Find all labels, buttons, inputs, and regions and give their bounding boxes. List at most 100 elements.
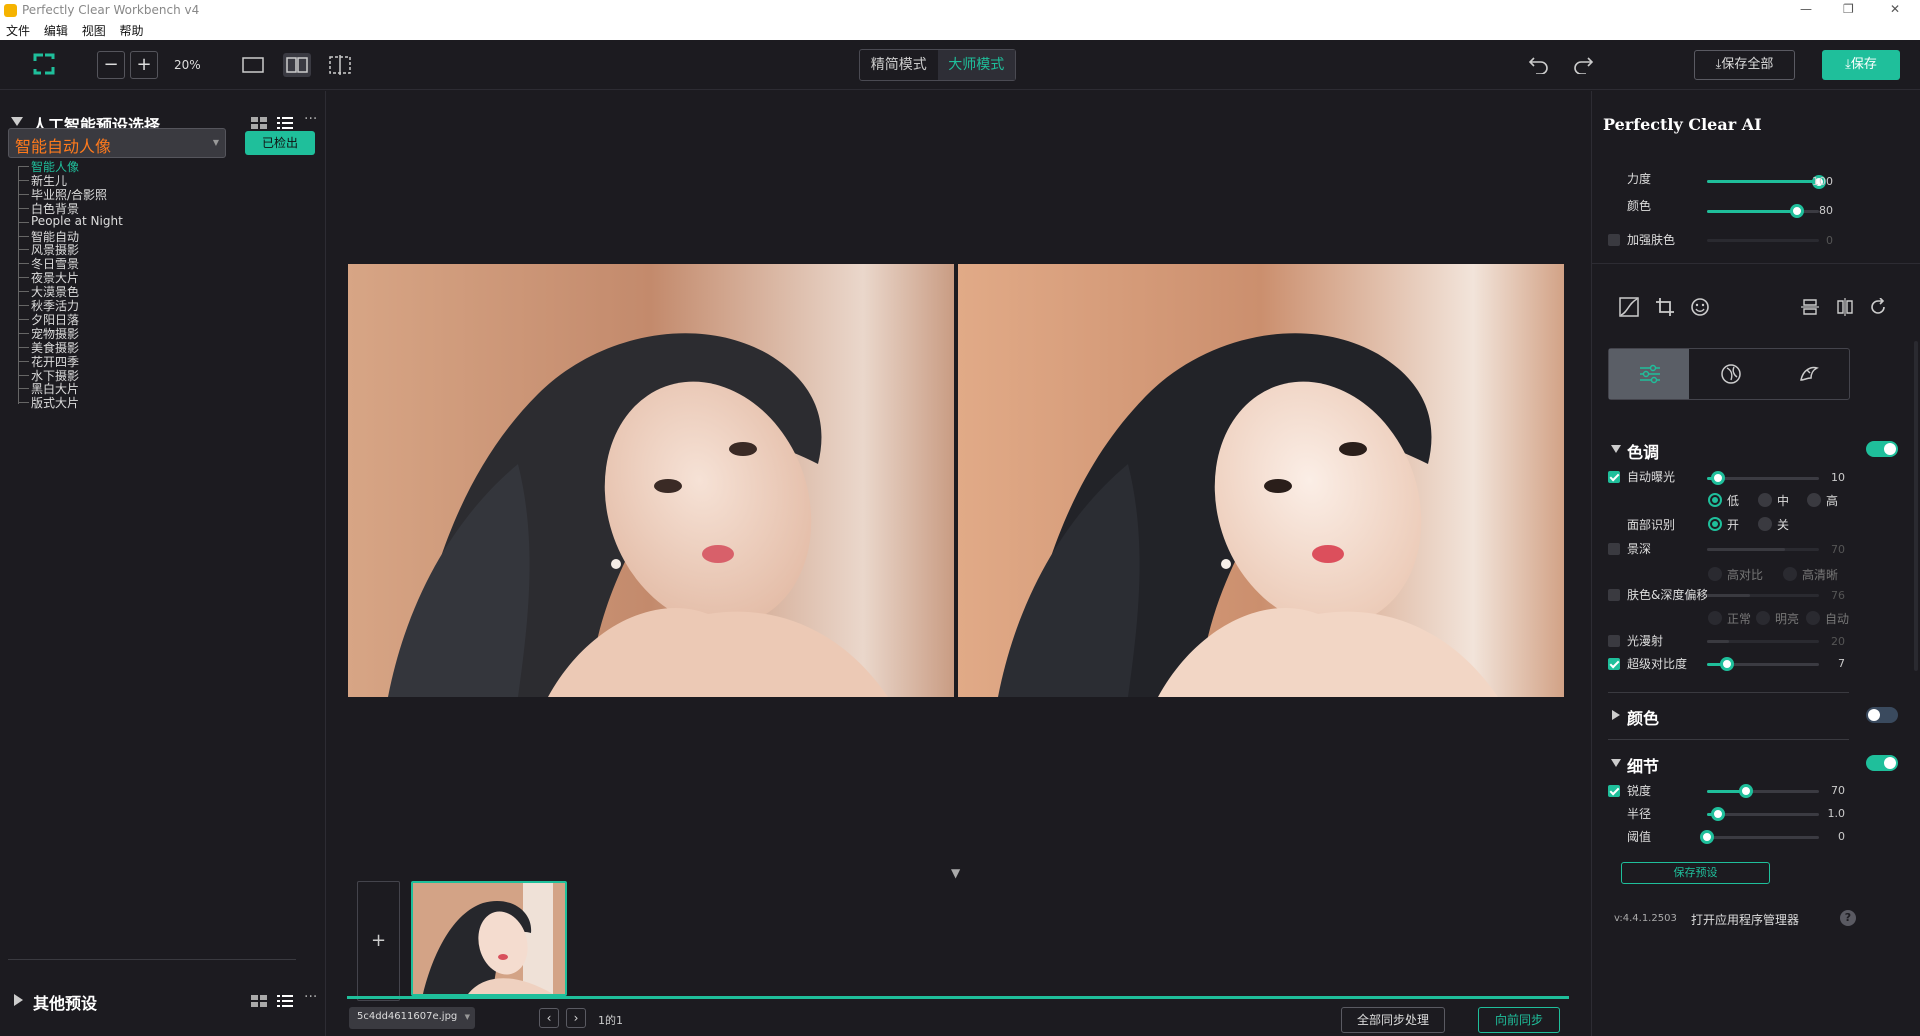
filmstrip-progress (347, 996, 1569, 999)
skin-bright-radio[interactable] (1756, 611, 1770, 625)
detected-button[interactable]: 已检出 (245, 131, 315, 155)
collapse-triangle-icon[interactable] (1611, 759, 1621, 767)
threshold-slider-knob[interactable] (1700, 830, 1714, 844)
app-logo-icon (4, 4, 17, 17)
skin-normal-radio[interactable] (1708, 611, 1722, 625)
sync-all-button[interactable]: 全部同步处理 (1341, 1007, 1445, 1033)
menu-help[interactable]: 帮助 (120, 22, 144, 39)
super-contrast-checkbox[interactable] (1608, 658, 1620, 670)
tone-toggle[interactable] (1866, 441, 1898, 457)
save-all-button[interactable]: ⤓保存全部 (1694, 50, 1795, 80)
expand-triangle-icon[interactable] (14, 994, 23, 1006)
list-view-icon[interactable] (277, 995, 293, 1007)
curves-icon[interactable] (1619, 297, 1639, 317)
diffuse-label: 光漫射 (1627, 634, 1664, 648)
mode-master-tab[interactable]: 大师模式 (937, 50, 1015, 80)
tab-adjustments[interactable] (1609, 349, 1689, 399)
crop-icon[interactable] (1655, 297, 1675, 317)
open-app-manager-link[interactable]: 打开应用程序管理器 (1691, 911, 1799, 928)
skin-depth-checkbox[interactable] (1608, 589, 1620, 601)
filmstrip-thumbnail[interactable] (411, 881, 567, 996)
portrait-retouch-icon[interactable] (1719, 362, 1743, 386)
face-detect-on-label: 开 (1727, 518, 1740, 532)
more-options-icon[interactable]: ··· (304, 989, 317, 1005)
diffuse-value: 20 (1831, 635, 1845, 648)
exposure-high-radio[interactable] (1807, 493, 1821, 507)
color-value: 80 (1819, 204, 1833, 217)
split-view-icon[interactable] (283, 53, 311, 77)
radius-slider-knob[interactable] (1711, 807, 1726, 821)
sharpness-label: 锐度 (1627, 784, 1652, 798)
auto-exposure-checkbox[interactable] (1608, 471, 1620, 483)
color-toggle[interactable] (1866, 707, 1898, 723)
sharpness-checkbox[interactable] (1608, 785, 1620, 797)
preset-item[interactable]: People at Night (31, 214, 123, 228)
list-view-icon[interactable] (277, 117, 293, 129)
collapse-triangle-icon[interactable] (1611, 445, 1621, 453)
flip-vertical-icon[interactable] (1801, 299, 1819, 315)
single-view-icon[interactable] (242, 57, 264, 73)
sharpness-slider-knob[interactable] (1739, 784, 1754, 798)
divider (1592, 263, 1920, 264)
threshold-slider-track[interactable] (1707, 836, 1819, 839)
diffuse-checkbox[interactable] (1608, 635, 1620, 647)
minimize-button[interactable]: — (1800, 2, 1812, 16)
face-icon[interactable] (1690, 297, 1710, 317)
skin-auto-radio[interactable] (1806, 611, 1820, 625)
creative-icon[interactable] (1797, 362, 1821, 386)
face-detect-on-radio[interactable] (1708, 517, 1722, 531)
compare-view-icon[interactable] (328, 55, 352, 75)
help-icon[interactable]: ? (1840, 910, 1856, 926)
tree-branch (18, 305, 29, 306)
high-contrast-radio[interactable] (1708, 567, 1722, 581)
add-image-button[interactable]: + (357, 881, 400, 1001)
high-clarity-radio[interactable] (1783, 567, 1797, 581)
save-preset-button[interactable]: 保存预设 (1621, 862, 1770, 884)
auto-exposure-slider-knob[interactable] (1711, 471, 1726, 485)
save-button[interactable]: ⤓保存 (1822, 50, 1900, 80)
tree-branch (18, 249, 29, 251)
menu-view[interactable]: 视图 (82, 22, 106, 39)
filmstrip-toggle-icon[interactable]: ▼ (951, 866, 960, 880)
menu-file[interactable]: 文件 (6, 22, 30, 39)
file-dropdown[interactable]: 5c4dd4611607e.jpg ▼ (349, 1007, 475, 1029)
detail-toggle[interactable] (1866, 755, 1898, 771)
depth-label: 景深 (1627, 542, 1652, 556)
face-detect-off-radio[interactable] (1758, 517, 1772, 531)
super-contrast-value: 7 (1838, 657, 1845, 670)
add-label: + (370, 930, 387, 951)
exposure-mid-radio[interactable] (1758, 493, 1772, 507)
mode-simple-tab[interactable]: 精简模式 (860, 50, 938, 80)
before-image (348, 264, 954, 697)
expand-triangle-icon[interactable] (1612, 710, 1620, 720)
rotate-icon[interactable] (1869, 298, 1887, 316)
preset-item[interactable]: 版式大片 (31, 394, 79, 411)
tree-branch (18, 360, 29, 362)
flip-horizontal-icon[interactable] (1837, 298, 1853, 316)
super-contrast-slider-knob[interactable] (1719, 657, 1734, 671)
grid-view-icon[interactable] (251, 995, 267, 1007)
grid-view-icon[interactable] (251, 117, 267, 129)
skin-auto-label: 自动 (1825, 612, 1850, 626)
skin-enhance-label: 加强肤色 (1627, 233, 1676, 247)
collapse-triangle-icon[interactable] (11, 117, 23, 126)
skin-enhance-checkbox[interactable] (1608, 234, 1620, 246)
zoom-in-button[interactable]: + (130, 51, 158, 79)
redo-icon[interactable] (1572, 54, 1594, 74)
scroll-bar[interactable] (1914, 341, 1918, 671)
menu-edit[interactable]: 编辑 (44, 22, 68, 39)
preset-dropdown[interactable]: 智能自动人像 ▼ (8, 128, 226, 158)
zoom-out-button[interactable]: − (97, 51, 125, 79)
other-preset-title: 其他预设 (33, 994, 98, 1013)
more-options-icon[interactable]: ··· (304, 111, 317, 127)
app-mark-icon (33, 53, 55, 75)
close-button[interactable]: ✕ (1890, 2, 1900, 16)
sync-forward-button[interactable]: 向前同步 (1478, 1007, 1560, 1033)
exposure-low-radio[interactable] (1708, 493, 1722, 507)
prev-page-button[interactable]: ‹ (539, 1008, 559, 1028)
undo-icon[interactable] (1528, 54, 1550, 74)
next-page-button[interactable]: › (566, 1008, 586, 1028)
skin-value: 0 (1826, 234, 1833, 247)
restore-button[interactable]: ❐ (1843, 2, 1854, 16)
depth-checkbox[interactable] (1608, 543, 1620, 555)
